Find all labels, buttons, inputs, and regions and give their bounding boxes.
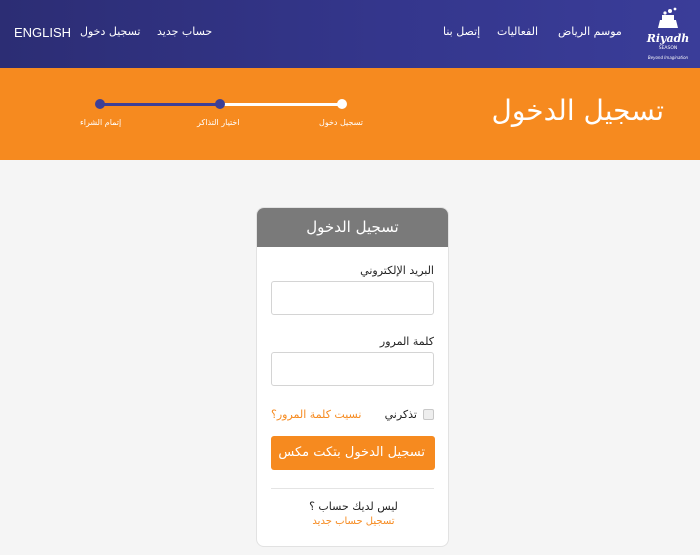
step-dot-login — [337, 99, 347, 109]
svg-text:SEASON: SEASON — [659, 45, 678, 51]
login-card-heading: تسجيل الدخول — [257, 208, 448, 247]
email-label: البريد الإلكتروني — [360, 264, 434, 277]
divider — [271, 488, 434, 489]
login-button[interactable]: تسجيل الدخول بتكت مكس — [271, 436, 435, 470]
progress-line-completed — [100, 103, 220, 106]
remember-label: تذكرني — [384, 408, 417, 421]
password-label: كلمة المرور — [379, 335, 434, 348]
step-dot-checkout — [95, 99, 105, 109]
page-title: تسجيل الدخول — [491, 94, 664, 127]
step-dot-tickets — [215, 99, 225, 109]
top-navigation: ENGLISH تسجيل دخول حساب جديد إتصل بنا ال… — [0, 0, 700, 68]
remember-checkbox[interactable] — [423, 409, 434, 420]
login-card: تسجيل الدخول البريد الإلكتروني كلمة المر… — [256, 207, 449, 547]
no-account-text: ليس لديك حساب ؟ — [309, 500, 398, 513]
register-link[interactable]: تسجيل حساب جديد — [257, 516, 448, 527]
password-field[interactable] — [271, 352, 434, 386]
riyadh-season-logo[interactable]: Riyadh SEASON Beyond Imagination — [644, 6, 692, 62]
nav-season-link[interactable]: موسم الرياض — [558, 25, 622, 38]
svg-text:Beyond Imagination: Beyond Imagination — [648, 55, 689, 60]
step-label-tickets: اختيار التذاكر — [197, 118, 240, 127]
progress-line-current — [220, 103, 342, 106]
nav-register-link[interactable]: حساب جديد — [157, 25, 212, 38]
nav-contact-link[interactable]: إتصل بنا — [443, 25, 480, 38]
svg-text:Riyadh: Riyadh — [646, 32, 690, 45]
forgot-password-link[interactable]: نسيت كلمة المرور؟ — [271, 408, 361, 421]
nav-events-link[interactable]: الفعاليات — [497, 25, 538, 38]
language-switch-link[interactable]: ENGLISH — [14, 25, 71, 40]
logo-icon: Riyadh SEASON Beyond Imagination — [646, 7, 690, 60]
page-banner: إتمام الشراء اختيار التذاكر تسجيل دخول ت… — [0, 68, 700, 160]
step-label-checkout: إتمام الشراء — [80, 118, 122, 127]
step-label-login: تسجيل دخول — [319, 118, 363, 127]
email-field[interactable] — [271, 281, 434, 315]
nav-login-link[interactable]: تسجيل دخول — [80, 25, 141, 38]
remember-me[interactable]: تذكرني — [385, 408, 434, 421]
